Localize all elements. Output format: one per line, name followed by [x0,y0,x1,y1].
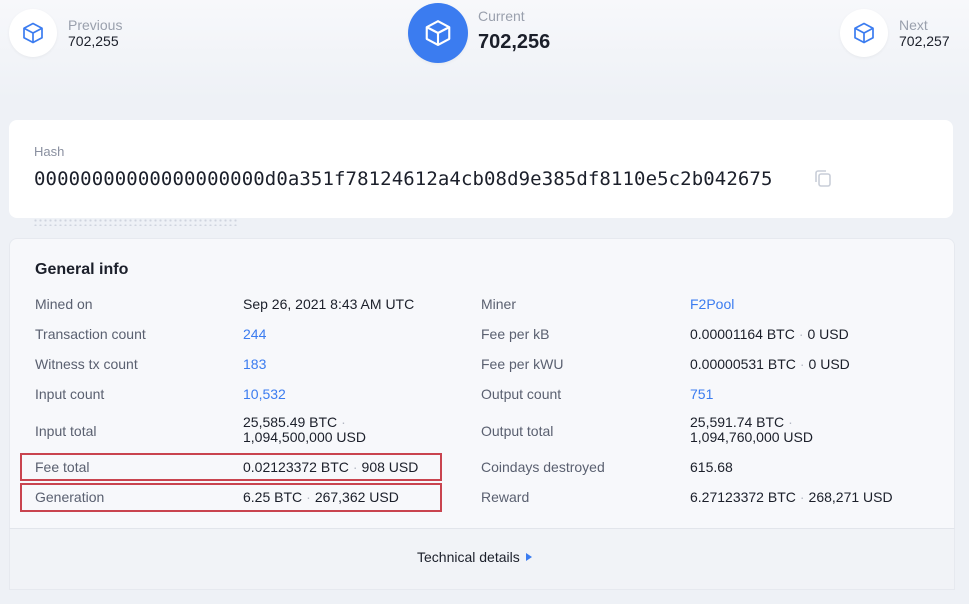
current-block-badge [408,3,468,63]
reward-btc: 6.27123372 BTC [690,489,796,505]
witness-tx-count-link[interactable]: 183 [243,356,266,372]
cube-icon [425,20,451,46]
next-block-number[interactable]: 702,257 [899,33,950,49]
coindays-destroyed-value: 615.68 [690,459,733,475]
current-block: Current 702,256 [408,3,550,63]
previous-block-link[interactable]: Previous 702,255 [9,9,122,57]
input-total-label: Input total [35,423,97,439]
generation-highlight-box [20,483,442,512]
input-total-value: 25,585.49 BTC · 1,094,500,000 USD [243,415,366,445]
fee-per-kwu-label: Fee per kWU [481,356,564,372]
separator-dot: · [341,414,346,430]
input-total-usd: 1,094,500,000 USD [243,429,366,445]
next-label: Next [899,17,928,33]
mined-on-label: Mined on [35,296,93,312]
copy-icon[interactable] [812,168,834,190]
technical-details-bar: Technical details [9,528,955,590]
previous-label: Previous [68,17,123,33]
separator-dot: · [788,414,793,430]
hash-label: Hash [34,144,65,159]
next-block-link[interactable]: Next 702,257 [840,9,950,57]
input-count-label: Input count [35,386,105,402]
hash-value[interactable]: 00000000000000000000d0a351f78124612a4cb0… [34,168,773,190]
separator-dot: · [798,326,804,342]
transaction-count-link[interactable]: 244 [243,326,266,342]
witness-tx-count-label: Witness tx count [35,356,138,372]
triangle-right-icon [525,553,532,561]
cube-icon [854,22,874,44]
fee-per-kb-value: 0.00001164 BTC · 0 USD [690,326,849,342]
output-total-value: 25,591.74 BTC · 1,094,760,000 USD [690,415,813,445]
miner-link[interactable]: F2Pool [690,296,734,312]
transaction-count-label: Transaction count [35,326,146,342]
fee-per-kwu-btc: 0.00000531 BTC [690,356,796,372]
previous-block-number[interactable]: 702,255 [68,33,122,49]
technical-details-label: Technical details [417,549,520,565]
output-total-label: Output total [481,423,554,439]
output-total-btc: 25,591.74 BTC [690,414,785,430]
general-info-title: General info [35,261,129,278]
decorative-dots [33,218,238,226]
reward-value: 6.27123372 BTC · 268,271 USD [690,489,893,505]
output-count-label: Output count [481,386,562,402]
fee-total-highlight-box [20,453,442,481]
fee-per-kwu-value: 0.00000531 BTC · 0 USD [690,356,850,372]
input-count-link[interactable]: 10,532 [243,386,286,402]
cube-icon [23,22,43,44]
fee-per-kb-usd: 0 USD [807,326,849,342]
separator-dot: · [799,489,805,505]
output-count-link[interactable]: 751 [690,386,713,402]
current-label: Current [478,8,525,24]
fee-per-kb-label: Fee per kB [481,326,550,342]
mined-on-value: Sep 26, 2021 8:43 AM UTC [243,296,415,312]
separator-dot: · [799,356,805,372]
miner-label: Miner [481,296,517,312]
fee-per-kwu-usd: 0 USD [808,356,850,372]
technical-details-toggle[interactable]: Technical details [417,549,532,565]
previous-block-button[interactable] [9,9,57,57]
output-total-usd: 1,094,760,000 USD [690,429,813,445]
fee-per-kb-btc: 0.00001164 BTC [690,326,795,342]
current-block-number: 702,256 [478,31,551,53]
next-block-button[interactable] [840,9,888,57]
coindays-destroyed-label: Coindays destroyed [481,459,605,475]
input-total-btc: 25,585.49 BTC [243,414,338,430]
reward-label: Reward [481,489,530,505]
reward-usd: 268,271 USD [808,489,893,505]
hash-card: Hash 00000000000000000000d0a351f78124612… [9,120,953,218]
